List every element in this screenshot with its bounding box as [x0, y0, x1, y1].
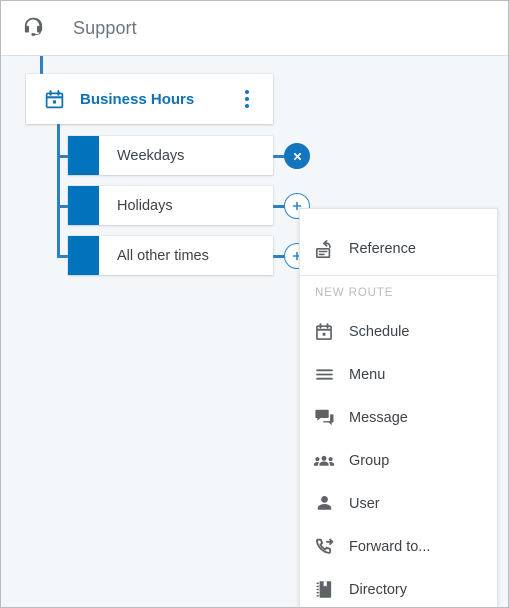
directory-book-icon [312, 578, 336, 602]
node-card-business-hours[interactable]: Business Hours [26, 74, 273, 124]
menu-item-label: Schedule [349, 323, 410, 340]
menu-item-label: Group [349, 452, 390, 469]
call-forward-icon [312, 535, 336, 559]
node-card-title: Business Hours [80, 90, 195, 108]
menu-item-label: User [349, 495, 380, 512]
headset-icon [19, 14, 47, 42]
menu-item-directory[interactable]: Directory [300, 568, 497, 607]
menu-item-schedule[interactable]: Schedule [300, 310, 497, 353]
route-context-menu: Reference NEW ROUTE Schedule Menu Messag… [299, 208, 498, 607]
menu-item-menu[interactable]: Menu [300, 353, 497, 396]
branch-row-holidays[interactable]: Holidays [68, 186, 273, 225]
branch-color-swatch [68, 136, 99, 175]
hamburger-icon [312, 363, 336, 387]
reference-icon [312, 237, 336, 261]
calendar-icon [312, 320, 336, 344]
menu-item-group[interactable]: Group [300, 439, 497, 482]
menu-item-label: Directory [349, 581, 408, 598]
chat-bubble-icon [312, 406, 336, 430]
menu-item-forward-to[interactable]: Forward to... [300, 525, 497, 568]
tree-line-trunk [57, 124, 60, 256]
branch-connector-close-button[interactable] [284, 143, 310, 169]
menu-item-message[interactable]: Message [300, 396, 497, 439]
menu-item-label: Menu [349, 366, 386, 383]
tree-line-top [40, 56, 43, 74]
calendar-icon [43, 88, 65, 110]
more-options-icon[interactable] [239, 89, 255, 109]
user-icon [312, 492, 336, 516]
flow-editor-window: Support Business Hours Weekdays Holidays… [0, 0, 509, 608]
menu-item-reference[interactable]: Reference [300, 223, 497, 275]
page-header: Support [1, 1, 508, 56]
branch-row-weekdays[interactable]: Weekdays [68, 136, 273, 175]
menu-section-header: NEW ROUTE [315, 287, 394, 299]
group-icon [312, 449, 336, 473]
branch-row-all-other-times[interactable]: All other times [68, 236, 273, 275]
branch-label: All other times [117, 247, 209, 264]
branch-color-swatch [68, 236, 99, 275]
page-title: Support [73, 17, 137, 38]
branch-label: Holidays [117, 197, 173, 214]
menu-item-user[interactable]: User [300, 482, 497, 525]
branch-label: Weekdays [117, 147, 185, 164]
menu-item-label: Reference [349, 241, 416, 257]
branch-color-swatch [68, 186, 99, 225]
menu-item-label: Message [349, 409, 408, 426]
menu-item-label: Forward to... [349, 538, 431, 555]
flow-canvas: Business Hours Weekdays Holidays All oth… [1, 56, 508, 607]
